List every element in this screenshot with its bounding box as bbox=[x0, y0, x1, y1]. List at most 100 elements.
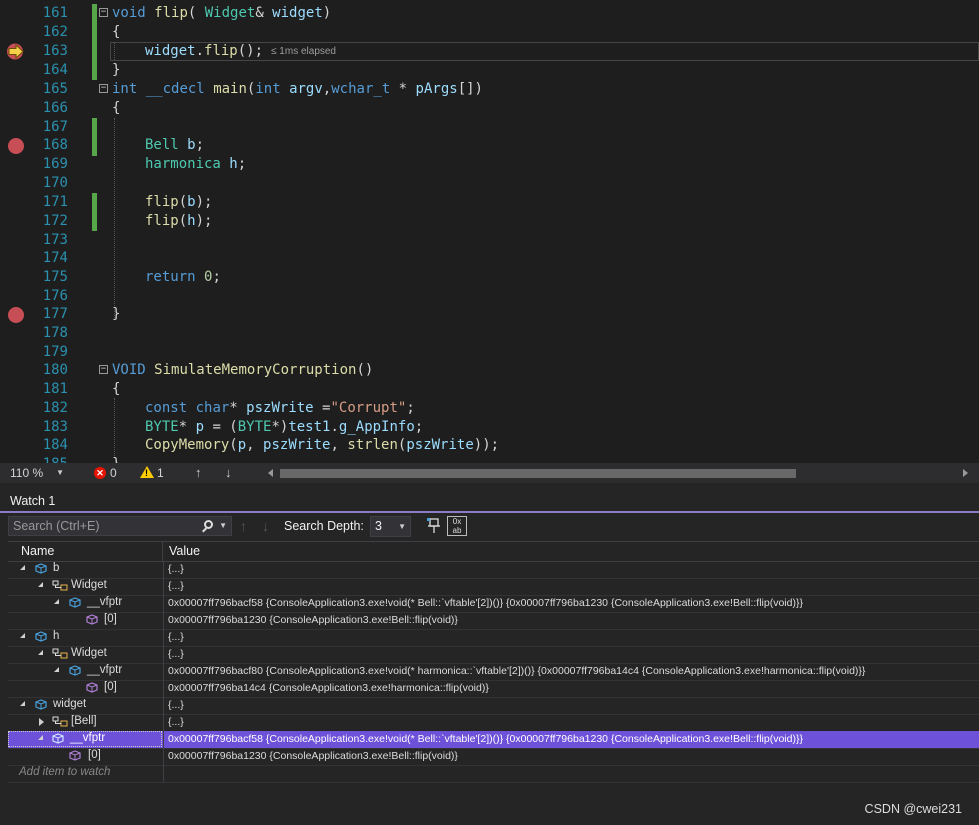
error-count[interactable]: 0 bbox=[110, 466, 117, 480]
collapse-arrow-icon[interactable] bbox=[38, 650, 43, 655]
collapse-icon[interactable]: − bbox=[99, 365, 108, 374]
code-line[interactable]: 166 { bbox=[0, 99, 979, 118]
add-watch-row[interactable]: Add item to watch bbox=[8, 765, 979, 783]
code-line-current[interactable]: 163 widget.flip(); ≤ 1ms elapsed bbox=[0, 42, 979, 61]
code-line[interactable]: 180 − VOID SimulateMemoryCorruption() bbox=[0, 361, 979, 380]
table-row[interactable]: b {...} bbox=[8, 561, 979, 579]
line-number: 180 bbox=[42, 362, 68, 378]
watch-tab[interactable]: Watch 1 bbox=[0, 491, 979, 513]
error-icon[interactable]: ✕ bbox=[94, 467, 106, 479]
line-number: 169 bbox=[42, 156, 68, 172]
code-line[interactable]: 183 BYTE* p = (BYTE*)test1.g_AppInfo; bbox=[0, 418, 979, 437]
collapse-arrow-icon[interactable] bbox=[54, 599, 59, 604]
arrow-up-icon[interactable]: ↑ bbox=[195, 465, 202, 480]
code-line[interactable]: 179 bbox=[0, 343, 979, 362]
row-value: {...} bbox=[168, 563, 184, 575]
code-line[interactable]: 178 bbox=[0, 324, 979, 343]
code-line[interactable]: 162 { bbox=[0, 23, 979, 42]
line-number: 182 bbox=[42, 400, 68, 416]
table-row[interactable]: Widget {...} bbox=[8, 578, 979, 596]
table-row[interactable]: [Bell] {...} bbox=[8, 714, 979, 732]
search-depth-value: 3 bbox=[375, 519, 382, 533]
code-line[interactable]: 185 } bbox=[0, 455, 979, 463]
panel-splitter[interactable] bbox=[0, 483, 979, 491]
code-line[interactable]: 161 − void flip( Widget& widget) bbox=[0, 4, 979, 23]
collapse-icon[interactable]: − bbox=[99, 84, 108, 93]
column-separator bbox=[163, 731, 164, 748]
code-line[interactable]: 177 } bbox=[0, 305, 979, 324]
code-editor[interactable]: 161 − void flip( Widget& widget) 162 { 1… bbox=[0, 0, 979, 463]
table-row[interactable]: widget {...} bbox=[8, 697, 979, 715]
scroll-left-icon[interactable] bbox=[268, 469, 273, 477]
table-row-selected[interactable]: __vfptr 0x00007ff796bacf58 {ConsoleAppli… bbox=[8, 731, 979, 749]
table-row[interactable]: __vfptr 0x00007ff796bacf80 {ConsoleAppli… bbox=[8, 663, 979, 681]
code-line[interactable]: 168 Bell b; bbox=[0, 136, 979, 155]
zoom-level: 110 % bbox=[10, 466, 44, 480]
code-line[interactable]: 171 flip(b); bbox=[0, 193, 979, 212]
column-header-name[interactable]: Name bbox=[21, 544, 54, 558]
table-row[interactable]: Widget {...} bbox=[8, 646, 979, 664]
chevron-down-icon[interactable]: ▼ bbox=[219, 517, 227, 535]
search-previous-icon[interactable]: ↑ bbox=[240, 518, 247, 534]
code-line[interactable]: 170 bbox=[0, 174, 979, 193]
code-line[interactable]: 165 − int __cdecl main(int argv,wchar_t … bbox=[0, 80, 979, 99]
code-line[interactable]: 174 bbox=[0, 249, 979, 268]
code-line[interactable]: 175 return 0; bbox=[0, 268, 979, 287]
warning-count[interactable]: 1 bbox=[157, 466, 164, 480]
code-line[interactable]: 184 CopyMemory(p, pszWrite, strlen(pszWr… bbox=[0, 436, 979, 455]
collapse-arrow-icon[interactable] bbox=[54, 667, 59, 672]
pin-icon[interactable] bbox=[426, 517, 442, 535]
row-value: 0x00007ff796bacf58 {ConsoleApplication3.… bbox=[168, 733, 803, 745]
code-line[interactable]: 173 bbox=[0, 231, 979, 250]
row-value: 0x00007ff796ba1230 {ConsoleApplication3.… bbox=[168, 614, 458, 626]
table-row[interactable]: [0] 0x00007ff796ba14c4 {ConsoleApplicati… bbox=[8, 680, 979, 698]
collapse-arrow-icon[interactable] bbox=[20, 701, 25, 706]
line-number: 162 bbox=[42, 24, 68, 40]
column-separator[interactable] bbox=[162, 542, 163, 561]
column-separator bbox=[163, 765, 164, 782]
column-separator bbox=[163, 748, 164, 765]
zoom-dropdown[interactable]: 110 % ▼ bbox=[4, 465, 66, 481]
code-line[interactable]: 172 flip(h); bbox=[0, 212, 979, 231]
perf-tip[interactable]: ≤ 1ms elapsed bbox=[271, 46, 336, 57]
collapse-arrow-icon[interactable] bbox=[38, 582, 43, 587]
code-text: widget.flip(); ≤ 1ms elapsed bbox=[145, 43, 336, 59]
collapse-arrow-icon[interactable] bbox=[20, 565, 25, 570]
code-line[interactable]: 167 bbox=[0, 118, 979, 137]
scrollbar-thumb[interactable] bbox=[280, 469, 796, 478]
column-header-value[interactable]: Value bbox=[169, 544, 200, 558]
search-icon[interactable] bbox=[204, 520, 213, 529]
code-line[interactable]: 182 const char* pszWrite ="Corrupt"; bbox=[0, 399, 979, 418]
line-number: 165 bbox=[42, 81, 68, 97]
horizontal-scrollbar[interactable] bbox=[268, 467, 968, 479]
method-icon bbox=[69, 750, 81, 761]
line-number: 163 bbox=[42, 43, 68, 59]
search-next-icon[interactable]: ↓ bbox=[262, 518, 269, 534]
collapse-arrow-icon[interactable] bbox=[38, 735, 43, 740]
arrow-down-icon[interactable]: ↓ bbox=[225, 465, 232, 480]
add-item-placeholder[interactable]: Add item to watch bbox=[19, 766, 110, 778]
scroll-right-icon[interactable] bbox=[963, 469, 968, 477]
search-input[interactable]: Search (Ctrl+E) ▼ bbox=[8, 516, 232, 536]
code-line[interactable]: 181 { bbox=[0, 380, 979, 399]
column-separator bbox=[163, 646, 164, 663]
code-line[interactable]: 176 bbox=[0, 287, 979, 306]
line-number: 168 bbox=[42, 137, 68, 153]
table-row[interactable]: __vfptr 0x00007ff796bacf58 {ConsoleAppli… bbox=[8, 595, 979, 613]
expand-arrow-icon[interactable] bbox=[39, 718, 44, 726]
code-line[interactable]: 169 harmonica h; bbox=[0, 155, 979, 174]
collapse-arrow-icon[interactable] bbox=[20, 633, 25, 638]
code-line[interactable]: 164 } bbox=[0, 61, 979, 80]
column-separator bbox=[163, 663, 164, 680]
warning-icon[interactable]: ! bbox=[140, 466, 154, 478]
code-text: flip(b); bbox=[145, 194, 213, 210]
table-row[interactable]: h {...} bbox=[8, 629, 979, 647]
table-row[interactable]: [0] 0x00007ff796ba1230 {ConsoleApplicati… bbox=[8, 748, 979, 766]
method-icon bbox=[86, 614, 98, 625]
collapse-icon[interactable]: − bbox=[99, 8, 108, 17]
search-depth-select[interactable]: 3 ▼ bbox=[370, 516, 411, 537]
column-separator bbox=[163, 612, 164, 629]
table-row[interactable]: [0] 0x00007ff796ba1230 {ConsoleApplicati… bbox=[8, 612, 979, 630]
hexadecimal-display-icon[interactable]: 0x ab bbox=[447, 516, 467, 536]
row-value: 0x00007ff796bacf58 {ConsoleApplication3.… bbox=[168, 597, 803, 609]
